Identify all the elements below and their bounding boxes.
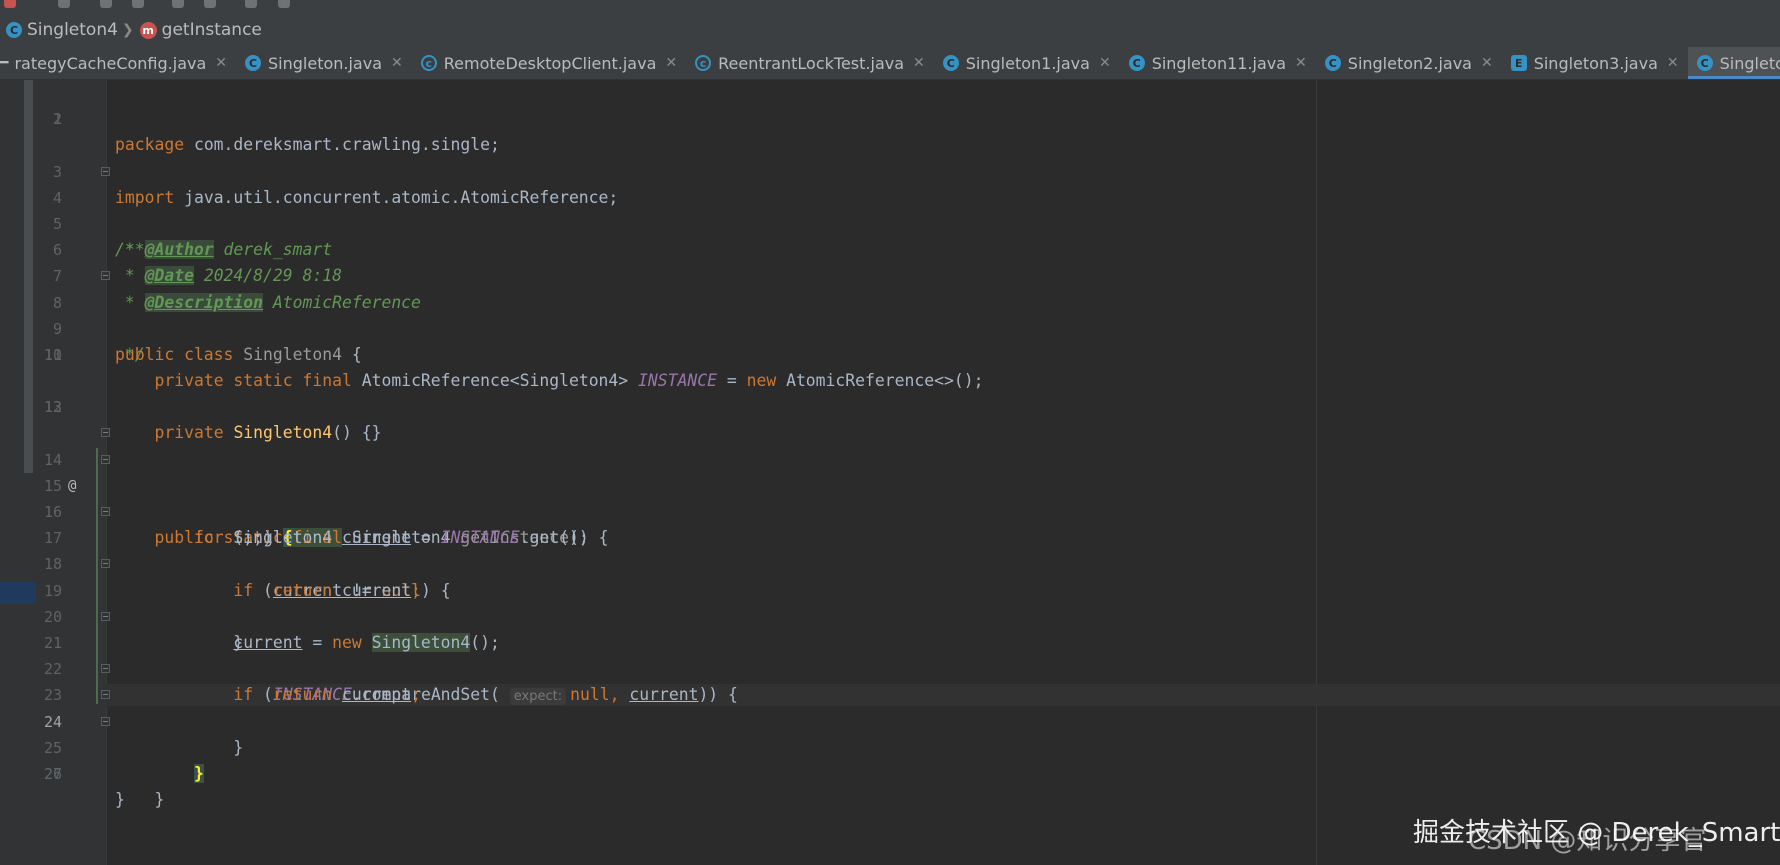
code-area[interactable]: 1 package com.dereksmart.crawling.single…	[0, 80, 1780, 809]
tab-label: Singleton1.java	[965, 53, 1090, 73]
run-icon[interactable]	[4, 0, 16, 8]
code-line: 13	[0, 394, 1780, 420]
class-icon: C	[245, 55, 261, 71]
debug-icon[interactable]	[132, 0, 144, 8]
fold-icon[interactable]	[101, 507, 110, 516]
tab-label: rategyCacheConfig.java	[14, 53, 207, 73]
code-line: 18 return current;	[0, 525, 1780, 599]
fold-icon[interactable]	[101, 716, 110, 726]
class-icon: C	[1324, 55, 1341, 71]
tab-label: ReentrantLockTest.java	[718, 53, 905, 73]
code-line: 5 * @Author derek_smart	[0, 185, 1780, 260]
code-line: 20 current = new Singleton4();	[0, 578, 1780, 652]
code-line: 12 private Singleton4() {}	[0, 368, 1780, 442]
window-icon[interactable]	[245, 0, 257, 8]
fold-icon[interactable]	[101, 166, 110, 176]
breadcrumb-method-label: getInstance	[161, 20, 262, 40]
fold-icon[interactable]	[101, 271, 110, 281]
tab-singleton3[interactable]: E Singleton3.java ✕	[1502, 47, 1688, 79]
editor-tabs: ━ rategyCacheConfig.java ✕ C Singleton.j…	[0, 47, 1780, 80]
close-icon[interactable]: ✕	[1481, 55, 1493, 71]
tab-singleton4[interactable]: C Singleton4.java ✕	[1687, 47, 1780, 79]
class-icon: C	[942, 55, 959, 71]
code-line: 23 }	[0, 656, 1780, 757]
code-line: 7 * @Description AtomicReference	[0, 237, 1780, 312]
fold-icon[interactable]	[101, 454, 110, 464]
code-line: 1 package com.dereksmart.crawling.single…	[0, 80, 1780, 154]
code-line: 14 @ public static final Singleton4 getI…	[0, 420, 1780, 548]
code-line: 15 for (;;) {	[0, 447, 1780, 548]
code-line: 10 private static final AtomicReference<…	[0, 316, 1780, 390]
tab-label: Singleton11.java	[1151, 53, 1287, 73]
minus-icon[interactable]: ━	[0, 47, 8, 79]
class-runnable-icon: c	[695, 55, 712, 71]
line-number: 11	[43, 345, 62, 364]
tab-remote-desktop-client[interactable]: c RemoteDesktopClient.java ✕	[412, 47, 686, 79]
class-icon: C	[6, 22, 22, 38]
line-number: 27	[43, 764, 62, 783]
code-line: 25 }	[0, 709, 1780, 809]
fold-icon[interactable]	[101, 428, 110, 438]
tab-label: Singleton2.java	[1347, 53, 1472, 73]
fold-icon[interactable]	[101, 690, 110, 700]
code-token: }	[115, 790, 125, 810]
class-runnable-icon: c	[420, 55, 437, 71]
tab-singleton2[interactable]: C Singleton2.java ✕	[1316, 47, 1502, 79]
stop-icon[interactable]	[58, 0, 70, 8]
class-icon: C	[1128, 55, 1145, 71]
line-number: 13	[43, 398, 62, 417]
code-line: 22 return current;	[0, 630, 1780, 704]
code-line: 16 Singleton4 current = INSTANCE.get();	[0, 473, 1780, 547]
tab-label: RemoteDesktopClient.java	[443, 53, 657, 73]
code-line: 19 }	[0, 551, 1780, 652]
tab-label: Singleton.java	[268, 53, 382, 73]
breadcrumb: C Singleton4 ❯ m getInstance	[0, 10, 1780, 51]
close-icon[interactable]: ✕	[391, 55, 403, 71]
code-line: 11	[0, 342, 1780, 368]
tab-label: Singleton3.java	[1533, 53, 1658, 73]
code-line: 8 */	[0, 263, 1780, 364]
tab-singleton1[interactable]: C Singleton1.java ✕	[934, 47, 1120, 79]
tab-strategy-cache-config[interactable]: rategyCacheConfig.java ✕	[8, 47, 236, 79]
fold-icon[interactable]	[101, 664, 110, 674]
watermark-csdn: CSDN @知识分享官	[1468, 826, 1707, 856]
enum-icon: E	[1510, 55, 1527, 71]
build-icon[interactable]	[100, 0, 112, 8]
fold-icon[interactable]	[101, 559, 110, 569]
tab-reentrant-lock-test[interactable]: c ReentrantLockTest.java ✕	[686, 47, 934, 79]
breadcrumb-method[interactable]: m getInstance	[139, 20, 262, 40]
code-line: 9 public class Singleton4 {	[0, 290, 1780, 364]
close-icon[interactable]: ✕	[1099, 55, 1111, 71]
code-line: 2	[0, 106, 1780, 132]
tab-singleton11[interactable]: C Singleton11.java ✕	[1120, 47, 1316, 79]
code-line: 24 }	[0, 682, 1780, 783]
close-icon[interactable]: ✕	[665, 55, 677, 71]
fold-icon[interactable]	[101, 611, 110, 621]
code-line: 21 if (INSTANCE.compareAndSet( expect: nu…	[0, 604, 1780, 706]
code-line: 27	[0, 761, 1780, 787]
code-line: 17 if (current != null) {	[0, 499, 1780, 600]
code-line: 26 }	[0, 735, 1780, 809]
method-icon: m	[139, 21, 157, 39]
tab-label: Singleton4.java	[1719, 53, 1780, 73]
chevron-right-icon: ❯	[121, 22, 134, 38]
breadcrumb-class-label: Singleton4	[27, 20, 118, 40]
main-toolbar	[0, 0, 1780, 10]
line-number: 2	[52, 110, 62, 129]
class-icon: C	[1696, 55, 1713, 71]
code-token: }	[154, 790, 165, 810]
search-icon[interactable]	[278, 0, 290, 8]
code-line: 4 /**	[0, 159, 1780, 259]
breadcrumb-class[interactable]: C Singleton4	[6, 20, 118, 40]
code-line: 3 import java.util.concurrent.atomic.Ato…	[0, 132, 1780, 207]
code-line: 6 * @Date 2024/8/29 8:18	[0, 211, 1780, 286]
tab-singleton[interactable]: C Singleton.java ✕	[236, 47, 412, 79]
close-icon[interactable]: ✕	[913, 55, 925, 71]
code-editor[interactable]: 1 package com.dereksmart.crawling.single…	[0, 80, 1780, 865]
structure-icon[interactable]	[204, 0, 216, 8]
close-icon[interactable]: ✕	[215, 55, 227, 71]
close-icon[interactable]: ✕	[1667, 55, 1679, 71]
close-icon[interactable]: ✕	[1295, 55, 1307, 71]
tool-icon[interactable]	[172, 0, 184, 8]
